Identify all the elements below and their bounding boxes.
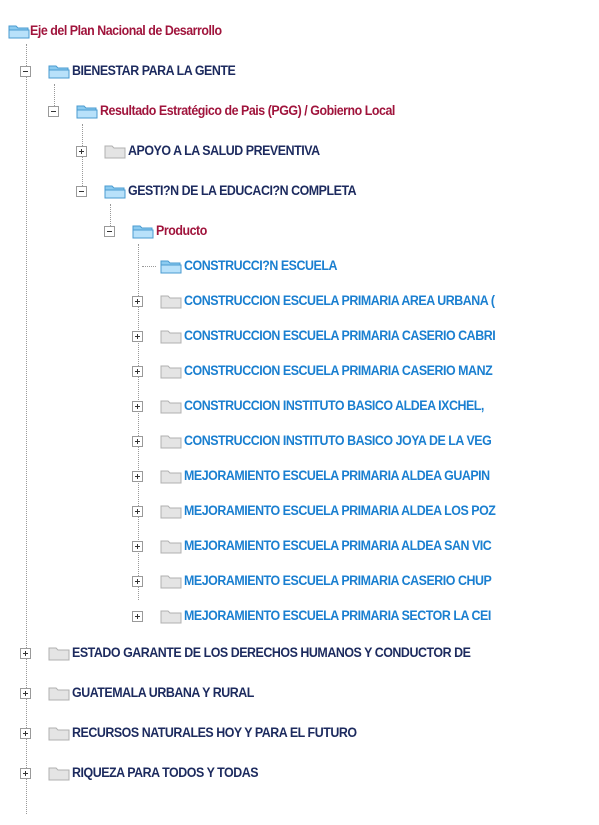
- tree-node-guatemala-urbana[interactable]: GUATEMALA URBANA Y RURAL: [20, 680, 599, 706]
- tree-node-label: MEJORAMIENTO ESCUELA PRIMARIA ALDEA LOS …: [184, 503, 496, 518]
- tree-node-gestion-educacion[interactable]: GESTI?N DE LA EDUCACI?N COMPLETA: [76, 178, 591, 204]
- expand-icon[interactable]: [20, 768, 31, 779]
- collapse-icon[interactable]: [20, 66, 31, 77]
- tree-node-label: Eje del Plan Nacional de Desarrollo: [30, 23, 222, 38]
- tree-node-item[interactable]: MEJORAMIENTO ESCUELA PRIMARIA ALDEA GUAP…: [132, 463, 599, 489]
- tree-node-label: CONSTRUCCION INSTITUTO BASICO JOYA DE LA…: [184, 433, 492, 448]
- tree-node-recursos-naturales[interactable]: RECURSOS NATURALES HOY Y PARA EL FUTURO: [20, 720, 599, 746]
- tree-node-label: Producto: [156, 223, 207, 238]
- collapse-icon[interactable]: [48, 106, 59, 117]
- expand-icon[interactable]: [20, 648, 31, 659]
- tree-view: Eje del Plan Nacional de Desarrollo BIEN…: [0, 0, 599, 825]
- expand-icon[interactable]: [132, 541, 143, 552]
- folder-open-icon: [132, 225, 154, 239]
- tree-node-label: GUATEMALA URBANA Y RURAL: [72, 685, 254, 700]
- tree-node-root[interactable]: Eje del Plan Nacional de Desarrollo: [8, 18, 588, 44]
- folder-closed-icon: [160, 365, 182, 379]
- tree-node-bienestar[interactable]: BIENESTAR PARA LA GENTE: [20, 58, 590, 84]
- folder-closed-icon: [160, 610, 182, 624]
- tree-node-producto[interactable]: Producto: [104, 218, 584, 244]
- folder-closed-icon: [160, 330, 182, 344]
- expand-icon[interactable]: [20, 728, 31, 739]
- folder-closed-icon: [160, 505, 182, 519]
- folder-closed-icon: [48, 767, 70, 781]
- tree-node-label: APOYO A LA SALUD PREVENTIVA: [128, 143, 320, 158]
- tree-node-item[interactable]: CONSTRUCCION ESCUELA PRIMARIA CASERIO CA…: [132, 323, 599, 349]
- folder-open-icon: [48, 65, 70, 79]
- folder-closed-icon: [104, 145, 126, 159]
- tree-node-item[interactable]: MEJORAMIENTO ESCUELA PRIMARIA ALDEA SAN …: [132, 533, 599, 559]
- expand-icon[interactable]: [132, 576, 143, 587]
- folder-open-icon: [160, 260, 182, 274]
- folder-open-icon: [8, 25, 30, 39]
- tree-node-item[interactable]: CONSTRUCCI?N ESCUELA: [132, 253, 599, 279]
- tree-node-estado-garante[interactable]: ESTADO GARANTE DE LOS DERECHOS HUMANOS Y…: [20, 640, 599, 666]
- tree-node-riqueza[interactable]: RIQUEZA PARA TODOS Y TODAS: [20, 760, 599, 786]
- folder-open-icon: [76, 105, 98, 119]
- folder-closed-icon: [48, 647, 70, 661]
- folder-closed-icon: [160, 540, 182, 554]
- tree-node-item[interactable]: MEJORAMIENTO ESCUELA PRIMARIA SECTOR LA …: [132, 603, 599, 629]
- collapse-icon[interactable]: [76, 186, 87, 197]
- expand-icon[interactable]: [132, 366, 143, 377]
- expand-icon[interactable]: [132, 296, 143, 307]
- expand-icon[interactable]: [132, 471, 143, 482]
- folder-closed-icon: [48, 687, 70, 701]
- expand-icon[interactable]: [76, 146, 87, 157]
- tree-node-item[interactable]: CONSTRUCCION INSTITUTO BASICO JOYA DE LA…: [132, 428, 599, 454]
- tree-node-label: MEJORAMIENTO ESCUELA PRIMARIA ALDEA SAN …: [184, 538, 492, 553]
- tree-node-label: BIENESTAR PARA LA GENTE: [72, 63, 236, 78]
- tree-node-label: MEJORAMIENTO ESCUELA PRIMARIA CASERIO CH…: [184, 573, 492, 588]
- expand-icon[interactable]: [132, 401, 143, 412]
- tree-node-resultado[interactable]: Resultado Estratégico de Pais (PGG) / Go…: [48, 98, 593, 124]
- folder-closed-icon: [160, 400, 182, 414]
- expand-icon[interactable]: [132, 331, 143, 342]
- collapse-icon[interactable]: [104, 226, 115, 237]
- tree-node-label: MEJORAMIENTO ESCUELA PRIMARIA ALDEA GUAP…: [184, 468, 490, 483]
- tree-node-label: CONSTRUCCI?N ESCUELA: [184, 258, 337, 273]
- tree-node-item[interactable]: MEJORAMIENTO ESCUELA PRIMARIA ALDEA LOS …: [132, 498, 599, 524]
- folder-closed-icon: [160, 470, 182, 484]
- expand-icon[interactable]: [132, 506, 143, 517]
- tree-node-item[interactable]: CONSTRUCCION INSTITUTO BASICO ALDEA IXCH…: [132, 393, 599, 419]
- tree-node-label: Resultado Estratégico de Pais (PGG) / Go…: [100, 103, 395, 118]
- expand-icon[interactable]: [20, 688, 31, 699]
- tree-node-label: CONSTRUCCION ESCUELA PRIMARIA CASERIO CA…: [184, 328, 496, 343]
- folder-closed-icon: [160, 435, 182, 449]
- tree-node-label: MEJORAMIENTO ESCUELA PRIMARIA SECTOR LA …: [184, 608, 491, 623]
- folder-open-icon: [104, 185, 126, 199]
- tree-node-label: CONSTRUCCION ESCUELA PRIMARIA CASERIO MA…: [184, 363, 493, 378]
- tree-node-label: ESTADO GARANTE DE LOS DERECHOS HUMANOS Y…: [72, 645, 471, 660]
- expand-icon[interactable]: [132, 436, 143, 447]
- tree-node-label: CONSTRUCCION INSTITUTO BASICO ALDEA IXCH…: [184, 398, 484, 413]
- tree-node-item[interactable]: MEJORAMIENTO ESCUELA PRIMARIA CASERIO CH…: [132, 568, 599, 594]
- tree-node-apoyo-salud[interactable]: APOYO A LA SALUD PREVENTIVA: [76, 138, 591, 164]
- folder-closed-icon: [160, 575, 182, 589]
- folder-closed-icon: [48, 727, 70, 741]
- tree-node-label: RECURSOS NATURALES HOY Y PARA EL FUTURO: [72, 725, 357, 740]
- tree-node-item[interactable]: CONSTRUCCION ESCUELA PRIMARIA CASERIO MA…: [132, 358, 599, 384]
- expand-icon[interactable]: [132, 611, 143, 622]
- tree-node-label: GESTI?N DE LA EDUCACI?N COMPLETA: [128, 183, 357, 198]
- folder-closed-icon: [160, 295, 182, 309]
- tree-node-item[interactable]: CONSTRUCCION ESCUELA PRIMARIA AREA URBAN…: [132, 288, 599, 314]
- tree-node-label: RIQUEZA PARA TODOS Y TODAS: [72, 765, 259, 780]
- tree-node-label: CONSTRUCCION ESCUELA PRIMARIA AREA URBAN…: [184, 293, 495, 308]
